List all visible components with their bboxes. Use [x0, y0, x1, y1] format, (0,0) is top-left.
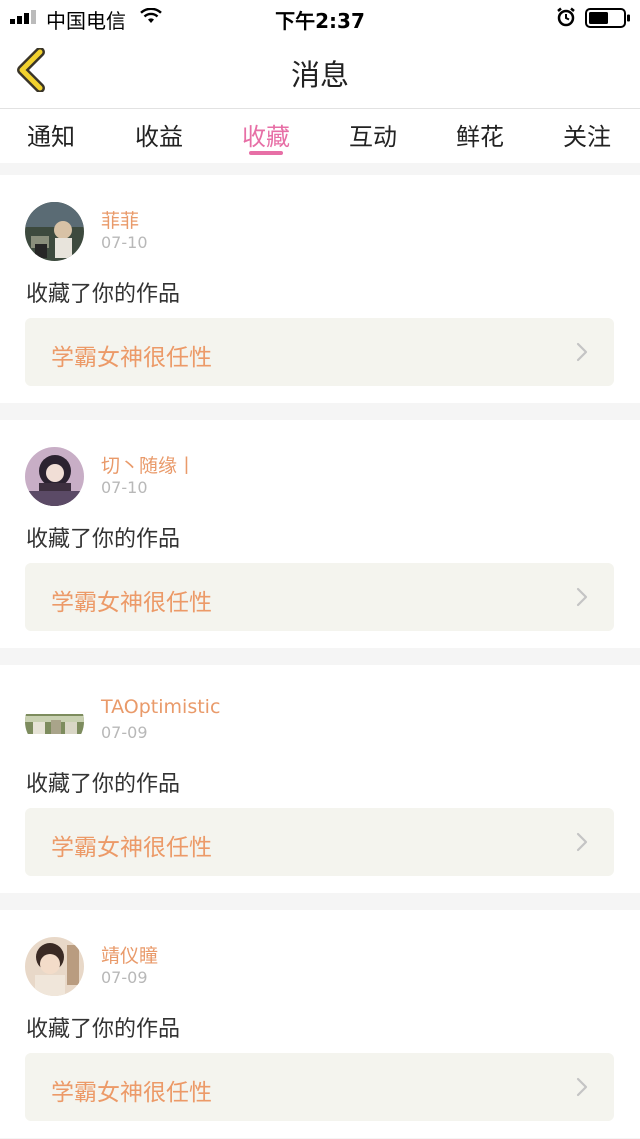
chevron-right-icon — [576, 832, 588, 852]
tab-interactions[interactable]: 互动 — [318, 117, 428, 152]
page-title: 消息 — [290, 58, 349, 92]
clock: 下午2:37 — [275, 9, 365, 33]
work-link[interactable]: 学霸女神很任性 — [25, 563, 614, 631]
nav-bar: 消息 — [0, 34, 640, 109]
work-link[interactable]: 学霸女神很任性 — [25, 808, 614, 876]
chevron-right-icon — [576, 587, 588, 607]
avatar[interactable] — [25, 447, 84, 506]
status-bar: 中国电信 下午2:37 — [0, 0, 640, 34]
alarm-icon — [557, 7, 575, 27]
username[interactable]: 菲菲 — [101, 206, 139, 233]
active-tab-indicator — [249, 151, 283, 155]
avatar[interactable] — [25, 937, 84, 996]
work-link[interactable]: 学霸女神很任性 — [25, 1053, 614, 1121]
work-title: 学霸女神很任性 — [51, 345, 212, 371]
avatar[interactable] — [25, 202, 84, 261]
action-text: 收藏了你的作品 — [26, 1017, 181, 1042]
tab-follow[interactable]: 关注 — [532, 117, 640, 152]
message-card: 菲菲 07-10 收藏了你的作品 学霸女神很任性 — [0, 175, 640, 403]
tab-notification[interactable]: 通知 — [0, 117, 106, 152]
message-date: 07-10 — [101, 478, 148, 497]
action-text: 收藏了你的作品 — [26, 527, 181, 552]
message-card: 靖仪瞳 07-09 收藏了你的作品 学霸女神很任性 — [0, 910, 640, 1138]
chevron-right-icon — [576, 342, 588, 362]
message-date: 07-09 — [101, 968, 148, 987]
username[interactable]: 靖仪瞳 — [101, 941, 158, 968]
tab-favorites[interactable]: 收藏 — [211, 117, 321, 152]
battery-icon — [585, 8, 630, 28]
message-date: 07-09 — [101, 723, 148, 742]
username[interactable]: TAOptimistic — [101, 696, 220, 718]
chevron-right-icon — [576, 1077, 588, 1097]
action-text: 收藏了你的作品 — [26, 772, 181, 797]
tab-flowers[interactable]: 鲜花 — [425, 117, 535, 152]
tab-earnings[interactable]: 收益 — [104, 117, 214, 152]
message-card: TAOptimistic 07-09 收藏了你的作品 学霸女神很任性 — [0, 665, 640, 893]
message-date: 07-10 — [101, 233, 148, 252]
avatar[interactable] — [25, 692, 84, 751]
work-title: 学霸女神很任性 — [51, 590, 212, 616]
action-text: 收藏了你的作品 — [26, 282, 181, 307]
username[interactable]: 切丶随缘丨 — [101, 451, 196, 478]
message-card: 切丶随缘丨 07-10 收藏了你的作品 学霸女神很任性 — [0, 420, 640, 648]
work-title: 学霸女神很任性 — [51, 835, 212, 861]
work-title: 学霸女神很任性 — [51, 1080, 212, 1106]
tab-bar: 通知 收益 收藏 互动 鲜花 关注 — [0, 109, 640, 163]
work-link[interactable]: 学霸女神很任性 — [25, 318, 614, 386]
